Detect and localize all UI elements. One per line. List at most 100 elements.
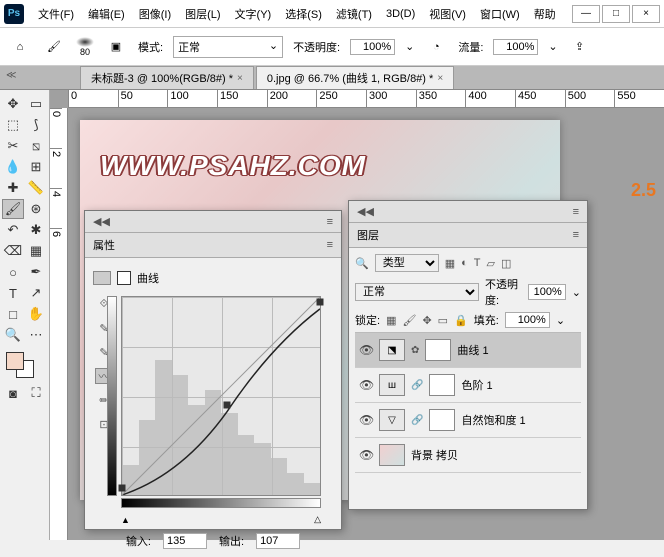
clone-tool[interactable]: ⊛ bbox=[25, 199, 47, 219]
layer-blend-select[interactable]: 正常 bbox=[355, 283, 479, 301]
filter-pixel-icon[interactable]: ▦ bbox=[445, 257, 455, 270]
gradient-tool[interactable]: ▦ bbox=[25, 241, 47, 261]
menu-filter[interactable]: 滤镜(T) bbox=[330, 2, 378, 26]
pattern-tool[interactable]: ✱ bbox=[25, 220, 47, 240]
menu-window[interactable]: 窗口(W) bbox=[474, 2, 526, 26]
share-icon[interactable]: ⇪ bbox=[568, 35, 592, 59]
slice-tool[interactable]: ⧅ bbox=[25, 136, 47, 156]
menu-view[interactable]: 视图(V) bbox=[423, 2, 472, 26]
curves-graph[interactable] bbox=[121, 296, 321, 496]
color-swatch[interactable] bbox=[2, 352, 47, 382]
path-tool[interactable]: ↗ bbox=[25, 283, 47, 303]
layer-row[interactable]: 👁 ш 🔗 色阶 1 bbox=[355, 368, 581, 403]
filter-shape-icon[interactable]: ▱ bbox=[487, 257, 495, 270]
visibility-icon[interactable]: 👁 bbox=[359, 378, 373, 392]
layer-opacity-value[interactable]: 100% bbox=[528, 284, 565, 300]
close-icon[interactable]: × bbox=[237, 73, 243, 84]
lock-artboard-icon[interactable]: ▭ bbox=[438, 314, 448, 327]
visibility-icon[interactable]: 👁 bbox=[359, 448, 373, 462]
panel-menu-icon[interactable]: ≡ bbox=[327, 216, 333, 228]
shape-tool[interactable]: □ bbox=[2, 304, 24, 324]
visibility-icon[interactable]: 👁 bbox=[359, 343, 373, 357]
hand-tool[interactable]: ✋ bbox=[25, 304, 47, 324]
panel-menu-icon[interactable]: ≡ bbox=[573, 229, 579, 241]
black-slider[interactable]: ▲ bbox=[121, 515, 130, 525]
eraser-tool[interactable]: ⌫ bbox=[2, 241, 24, 261]
menu-layer[interactable]: 图层(L) bbox=[179, 2, 226, 26]
flow-input[interactable]: 100% bbox=[493, 39, 538, 55]
brush-tool[interactable]: 🖌 bbox=[2, 199, 24, 219]
screen-mode-icon[interactable]: ⛶ bbox=[25, 383, 47, 403]
menu-select[interactable]: 选择(S) bbox=[279, 2, 328, 26]
lock-move-icon[interactable]: ✥ bbox=[422, 314, 431, 327]
layer-name[interactable]: 曲线 1 bbox=[457, 342, 488, 358]
document-tab-1[interactable]: 未标题-3 @ 100%(RGB/8#) *× bbox=[80, 66, 254, 89]
document-tab-2[interactable]: 0.jpg @ 66.7% (曲线 1, RGB/8#) *× bbox=[256, 66, 454, 89]
lasso-tool[interactable]: ⟆ bbox=[25, 115, 47, 135]
visibility-icon[interactable]: 👁 bbox=[359, 413, 373, 427]
menu-image[interactable]: 图像(I) bbox=[133, 2, 177, 26]
healing-tool[interactable]: ✚ bbox=[2, 178, 24, 198]
quick-mask-icon[interactable]: ◙ bbox=[2, 383, 24, 403]
layer-name[interactable]: 色阶 1 bbox=[461, 377, 492, 393]
input-label: 输入: bbox=[126, 533, 151, 549]
window-maximize-button[interactable]: □ bbox=[602, 5, 630, 23]
layer-mask[interactable] bbox=[429, 409, 455, 431]
curve-point[interactable] bbox=[223, 401, 230, 408]
home-icon[interactable]: ⌂ bbox=[8, 35, 32, 59]
opacity-input[interactable]: 100% bbox=[350, 39, 395, 55]
layer-row[interactable]: 👁 ▽ 🔗 自然饱和度 1 bbox=[355, 403, 581, 438]
window-close-button[interactable]: × bbox=[632, 5, 660, 23]
layer-filter-select[interactable]: 类型 bbox=[375, 254, 439, 272]
lock-icon[interactable]: 🔒 bbox=[454, 314, 468, 327]
menu-edit[interactable]: 编辑(E) bbox=[82, 2, 131, 26]
type-tool[interactable]: T bbox=[2, 283, 24, 303]
ruler-tool[interactable]: 📏 bbox=[25, 178, 47, 198]
vibrance-thumb-icon: ▽ bbox=[379, 409, 405, 431]
menu-help[interactable]: 帮助 bbox=[528, 2, 562, 26]
lock-all-icon[interactable]: ▦ bbox=[386, 314, 396, 327]
layer-name[interactable]: 背景 拷贝 bbox=[411, 447, 458, 463]
history-brush-tool[interactable]: ↶ bbox=[2, 220, 24, 240]
close-icon[interactable]: × bbox=[437, 73, 443, 84]
brush-panel-icon[interactable]: ▣ bbox=[104, 35, 128, 59]
layer-row[interactable]: 👁 ⬔ ✿ 曲线 1 bbox=[355, 333, 581, 368]
layer-mask[interactable] bbox=[425, 339, 451, 361]
window-minimize-button[interactable]: — bbox=[572, 5, 600, 23]
link-icon: 🔗 bbox=[411, 380, 423, 391]
menu-file[interactable]: 文件(F) bbox=[32, 2, 80, 26]
edit-toolbar[interactable]: ⋯ bbox=[25, 325, 47, 345]
pressure-opacity-icon[interactable]: ◔ bbox=[424, 35, 448, 59]
blend-mode-select[interactable]: 正常⌄ bbox=[173, 36, 283, 58]
lock-paint-icon[interactable]: 🖌 bbox=[402, 314, 416, 327]
move-tool[interactable]: ✥ bbox=[2, 94, 24, 114]
filter-adjust-icon[interactable]: ◐ bbox=[461, 257, 468, 270]
frame-tool[interactable]: ⊞ bbox=[25, 157, 47, 177]
blur-tool[interactable]: ○ bbox=[2, 262, 24, 282]
panel-menu-icon[interactable]: ≡ bbox=[327, 239, 333, 251]
fill-value[interactable]: 100% bbox=[505, 312, 550, 328]
layer-mask[interactable] bbox=[429, 374, 455, 396]
curve-point[interactable] bbox=[317, 298, 324, 305]
menu-3d[interactable]: 3D(D) bbox=[380, 4, 421, 24]
eyedropper-tool[interactable]: 💧 bbox=[2, 157, 24, 177]
filter-type-icon[interactable]: T bbox=[474, 257, 481, 270]
properties-tab[interactable]: 属性 bbox=[93, 237, 115, 253]
curve-input-value[interactable] bbox=[163, 533, 207, 549]
marquee-tool[interactable]: ⬚ bbox=[2, 115, 24, 135]
white-slider[interactable]: △ bbox=[314, 514, 321, 525]
artboard-tool[interactable]: ▭ bbox=[25, 94, 47, 114]
curve-output-value[interactable] bbox=[256, 533, 300, 549]
layers-tab[interactable]: 图层 bbox=[357, 227, 379, 243]
brush-preview[interactable]: 80 bbox=[76, 37, 94, 57]
filter-smart-icon[interactable]: ◫ bbox=[501, 257, 511, 270]
brush-tool-icon[interactable]: 🖌 bbox=[42, 35, 66, 59]
zoom-tool[interactable]: 🔍 bbox=[2, 325, 24, 345]
layer-name[interactable]: 自然饱和度 1 bbox=[461, 412, 525, 428]
crop-tool[interactable]: ✂ bbox=[2, 136, 24, 156]
curve-point[interactable] bbox=[119, 485, 126, 492]
pen-tool[interactable]: ✒ bbox=[25, 262, 47, 282]
menu-type[interactable]: 文字(Y) bbox=[229, 2, 278, 26]
layer-row[interactable]: 👁 背景 拷贝 bbox=[355, 438, 581, 473]
panel-menu-icon[interactable]: ≡ bbox=[573, 206, 579, 218]
